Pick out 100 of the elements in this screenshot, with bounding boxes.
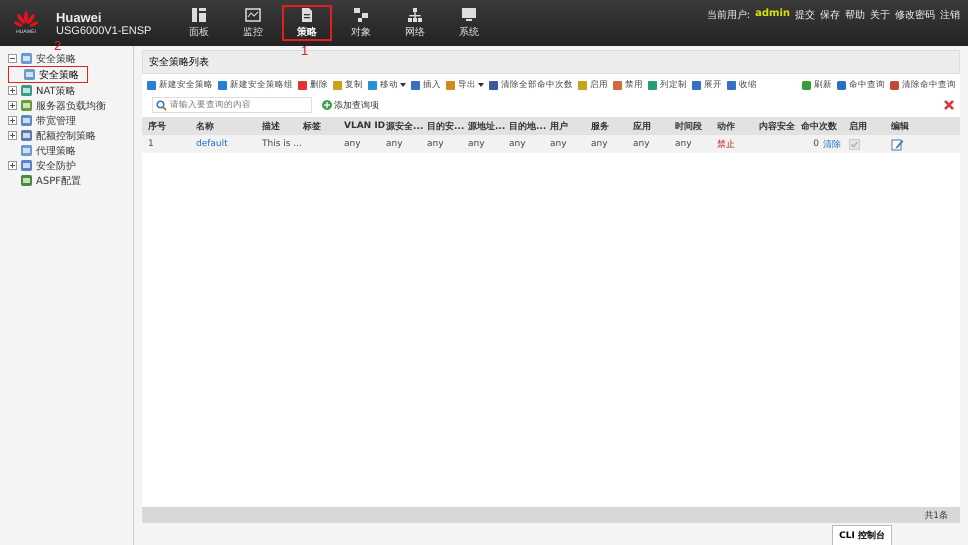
toolbar-button[interactable]: 收缩 [726, 79, 757, 91]
toolbar-button[interactable]: 导出 [445, 79, 484, 91]
column-header: 时间段 [675, 120, 703, 132]
table-cell-text: any [550, 139, 568, 149]
caret-icon [400, 83, 406, 87]
header-link[interactable]: 关于 [870, 8, 890, 22]
expand-icon[interactable] [8, 116, 17, 125]
caret-icon [478, 83, 484, 87]
device-model: USG6000V1-ENSP [56, 24, 152, 36]
header-link[interactable]: 修改密码 [895, 8, 935, 22]
square-icon [297, 80, 308, 90]
column-header: 应用 [633, 120, 652, 132]
tree-item[interactable]: 安全策略 [8, 66, 88, 83]
toolbar-button[interactable]: 新建安全策略 [146, 79, 213, 91]
nav-tab[interactable]: 系统 [444, 5, 494, 41]
cli-console-tab[interactable]: CLI 控制台 [832, 525, 892, 545]
document-icon [299, 7, 315, 23]
header-link[interactable]: 帮助 [845, 8, 865, 22]
tree-item[interactable]: 安全防护 [0, 158, 77, 173]
square-icon [577, 80, 588, 90]
dashboard-icon [191, 7, 207, 23]
column-header: VLAN ID [344, 121, 386, 131]
tree-item[interactable]: 配额控制策略 [0, 128, 97, 143]
header-link[interactable]: 提交 [795, 8, 815, 22]
column-header: 目的安... [427, 120, 466, 132]
expand-icon[interactable] [8, 86, 17, 95]
policy-icon [20, 159, 33, 172]
table-cell-text: any [344, 139, 362, 149]
clear-link[interactable]: 清除 [823, 138, 841, 150]
expand-icon[interactable] [8, 161, 17, 170]
blocks-icon [353, 7, 369, 23]
add-query-button[interactable]: 添加查询项 [322, 98, 379, 112]
column-header: 描述 [262, 120, 281, 132]
square-icon [367, 80, 378, 90]
table-cell-text: any [633, 139, 651, 149]
toolbar-button[interactable]: 插入 [410, 79, 441, 91]
column-header: 标签 [303, 120, 322, 132]
column-header: 用户 [550, 120, 569, 132]
toolbar-button[interactable]: 复制 [332, 79, 363, 91]
table-cell: This is ... [262, 139, 303, 149]
nav-tab[interactable]: 面板 [174, 5, 224, 41]
edit-icon[interactable] [891, 138, 904, 150]
policy-icon [20, 144, 33, 157]
computer-icon [461, 7, 477, 23]
monitor-icon [245, 7, 261, 23]
table-cell-text: any [675, 139, 693, 149]
network-icon [407, 7, 423, 23]
table-cell-text: any [386, 139, 404, 149]
header-link[interactable]: 注销 [940, 8, 960, 22]
table-cell-text: any [591, 139, 609, 149]
tree-item[interactable]: 代理策略 [0, 143, 77, 158]
expand-icon[interactable] [8, 131, 17, 140]
tree-item[interactable]: ASPF配置 [0, 173, 82, 188]
square-icon [801, 80, 812, 90]
table-cell-text: any [509, 139, 527, 149]
nav-tab[interactable]: 监控 [228, 5, 278, 41]
tree-item[interactable]: 服务器负载均衡 [0, 98, 107, 113]
total-count: 共1条 [924, 510, 948, 522]
toolbar-button[interactable]: 清除命中查询 [889, 79, 956, 91]
username: admin [755, 8, 790, 21]
collapse-icon[interactable] [8, 54, 17, 63]
table-cell-text: 禁止 [717, 138, 736, 150]
nav-tab[interactable]: 网络 [390, 5, 440, 41]
square-icon [217, 80, 228, 90]
toolbar-button[interactable]: 展开 [691, 79, 722, 91]
table-cell-text: any [468, 139, 486, 149]
policy-name-link[interactable]: default [196, 139, 262, 149]
column-header: 启用 [849, 120, 868, 132]
header-link[interactable]: 保存 [820, 8, 840, 22]
tree-item[interactable]: 安全策略 [0, 51, 77, 66]
tree-item[interactable]: 带宽管理 [0, 113, 77, 128]
column-header: 名称 [196, 120, 215, 132]
toolbar-button[interactable]: 禁用 [612, 79, 643, 91]
logo-icon [14, 11, 38, 29]
toolbar-button[interactable]: 命中查询 [836, 79, 885, 91]
toolbar-button[interactable]: 列定制 [647, 79, 687, 91]
toolbar-button[interactable]: 启用 [577, 79, 608, 91]
toolbar-button[interactable]: 清除全部命中次数 [488, 79, 573, 91]
toolbar-button[interactable]: 移动 [367, 79, 406, 91]
nav-tab[interactable]: 策略 [282, 5, 332, 41]
policy-icon [20, 174, 33, 187]
square-icon [836, 80, 847, 90]
square-icon [889, 80, 900, 90]
column-header: 内容安全 [759, 120, 796, 132]
square-icon [612, 80, 623, 90]
close-button[interactable] [944, 100, 954, 110]
policy-icon [20, 129, 33, 142]
nav-tab[interactable]: 对象 [336, 5, 386, 41]
search-field[interactable]: 请输入要查询的内容 [152, 97, 312, 113]
checkbox[interactable] [849, 138, 860, 150]
toolbar-button[interactable]: 刷新 [801, 79, 832, 91]
square-icon [332, 80, 343, 90]
toolbar-button[interactable]: 删除 [297, 79, 328, 91]
tree-item[interactable]: NAT策略 [0, 83, 77, 98]
annotation-number: 2 [54, 39, 62, 52]
expand-icon[interactable] [8, 101, 17, 110]
policy-icon [20, 99, 33, 112]
toolbar-button[interactable]: 新建安全策略组 [217, 79, 293, 91]
column-header: 源安全... [386, 120, 424, 132]
square-icon [691, 80, 702, 90]
